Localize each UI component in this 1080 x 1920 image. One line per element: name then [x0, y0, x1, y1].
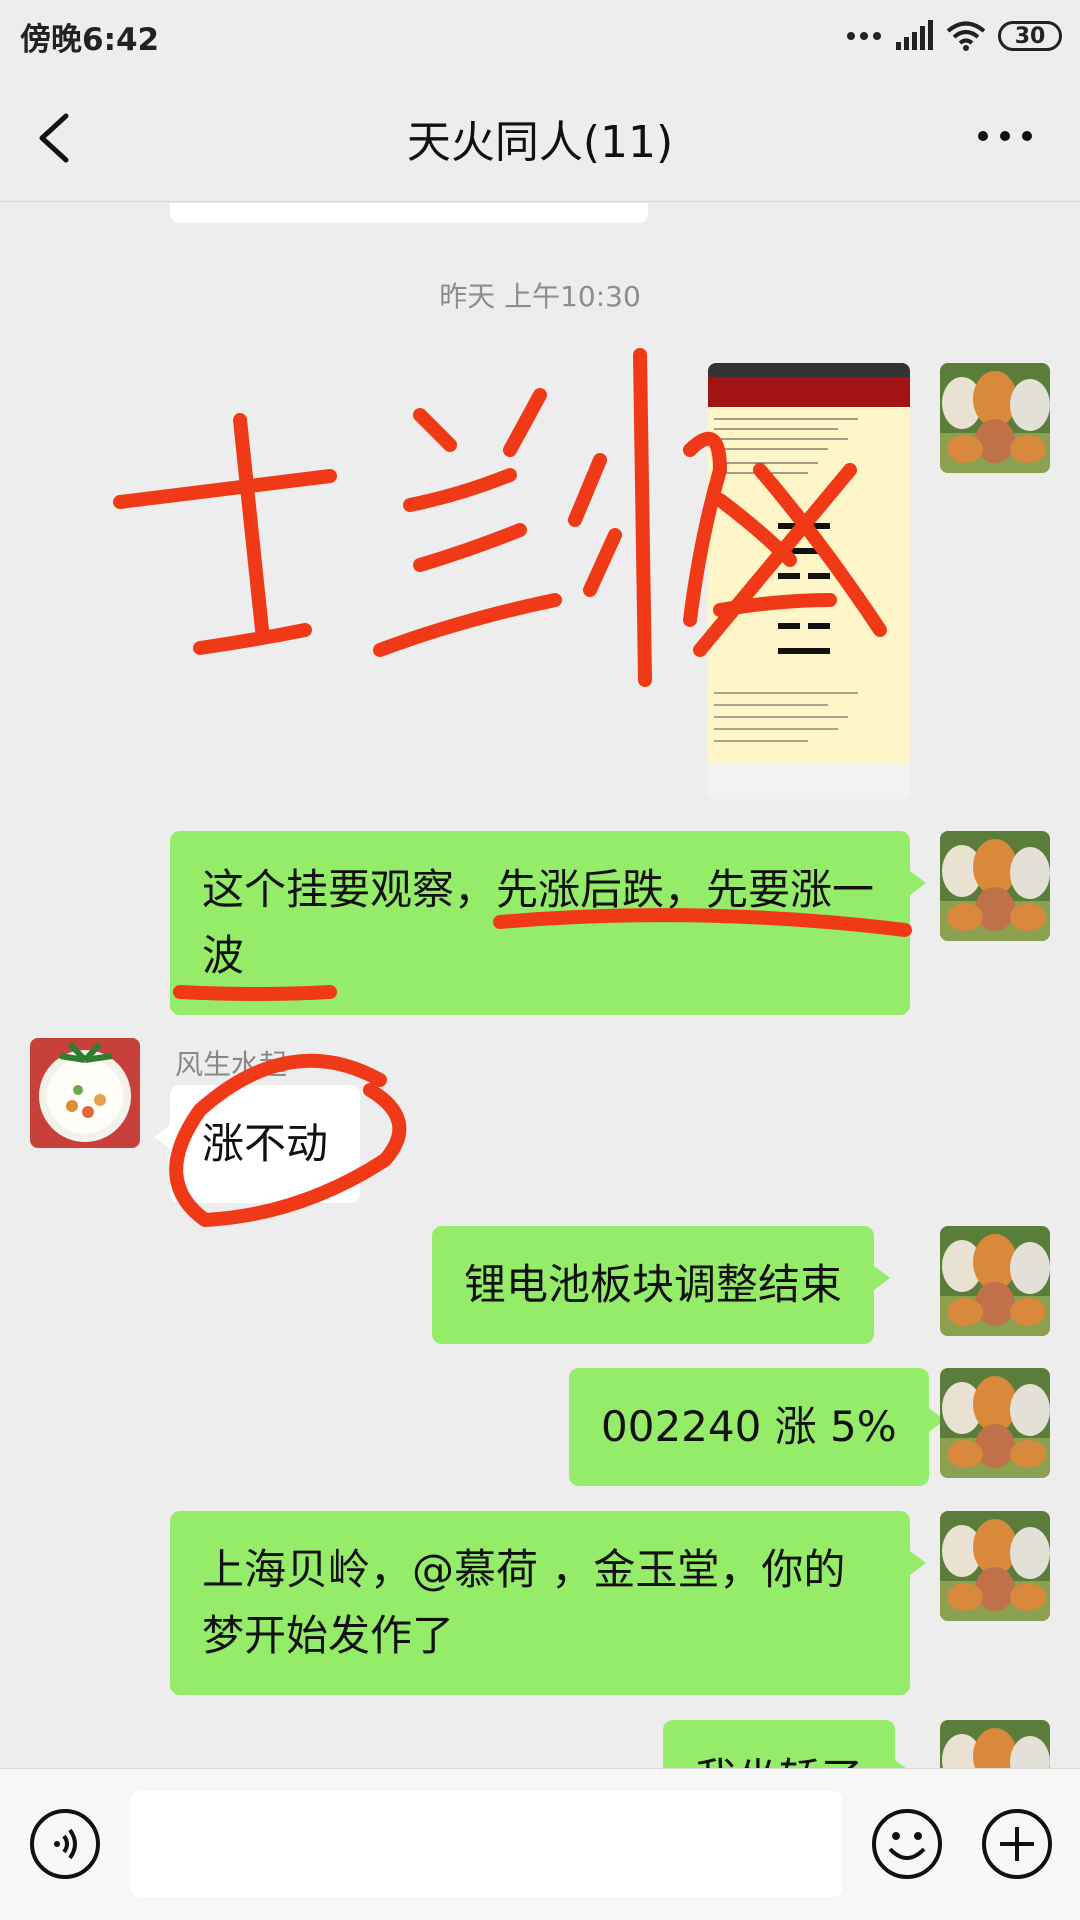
more-options-button[interactable] — [970, 116, 1040, 156]
message-bubble[interactable]: 锂电池板块调整结束 — [432, 1226, 891, 1344]
image-message[interactable] — [708, 363, 910, 799]
sender-avatar[interactable] — [30, 1038, 140, 1148]
previous-message-edge — [170, 203, 648, 223]
voice-button[interactable] — [28, 1807, 102, 1881]
status-bar: 傍晚6:42 30 — [0, 0, 1080, 72]
tiger-avatar-icon — [940, 1368, 1050, 1478]
my-avatar[interactable] — [940, 1368, 1050, 1478]
signal-dots-icon — [847, 32, 881, 40]
signal-bars-icon — [896, 20, 933, 50]
plate-avatar-icon — [30, 1038, 140, 1148]
message-bubble[interactable]: 002240 涨 5% — [569, 1368, 945, 1486]
status-time: 傍晚6:42 — [20, 22, 160, 58]
chat-header: 天火同人(11) — [0, 72, 1080, 202]
message-input[interactable] — [130, 1791, 842, 1897]
input-bar — [0, 1768, 1080, 1920]
timestamp: 昨天 上午10:30 — [439, 280, 641, 313]
message-bubble[interactable]: 涨不动 — [153, 1085, 361, 1203]
my-avatar[interactable] — [940, 363, 1050, 473]
message-bubble[interactable]: 上海贝岭，@慕荷 ，金玉堂，你的梦开始发作了 — [170, 1511, 926, 1695]
my-avatar[interactable] — [940, 1226, 1050, 1336]
tiger-avatar-icon — [940, 1720, 1050, 1768]
sender-name: 风生水起 — [175, 1048, 288, 1081]
plus-button[interactable] — [980, 1807, 1054, 1881]
wifi-icon — [946, 21, 986, 51]
emoji-button[interactable] — [870, 1807, 944, 1881]
tiger-avatar-icon — [940, 363, 1050, 473]
chat-title: 天火同人(11) — [406, 117, 674, 168]
message-bubble[interactable]: 这个挂要观察，先涨后跌，先要涨一波 — [170, 831, 926, 1015]
message-list[interactable]: 昨天 上午10:30 这个挂要观察，先涨后跌，先要涨一波 风生水起 涨不动 锂电… — [0, 203, 1080, 1768]
app-screenshot-thumbnail — [708, 363, 910, 799]
message-bubble[interactable]: 我坐轿了 — [663, 1720, 912, 1768]
my-avatar[interactable] — [940, 1511, 1050, 1621]
tiger-avatar-icon — [940, 1511, 1050, 1621]
my-avatar[interactable] — [940, 831, 1050, 941]
tiger-avatar-icon — [940, 1226, 1050, 1336]
tiger-avatar-icon — [940, 831, 1050, 941]
status-icons: 30 — [846, 16, 1062, 56]
battery-icon: 30 — [998, 21, 1062, 51]
my-avatar[interactable] — [940, 1720, 1050, 1768]
